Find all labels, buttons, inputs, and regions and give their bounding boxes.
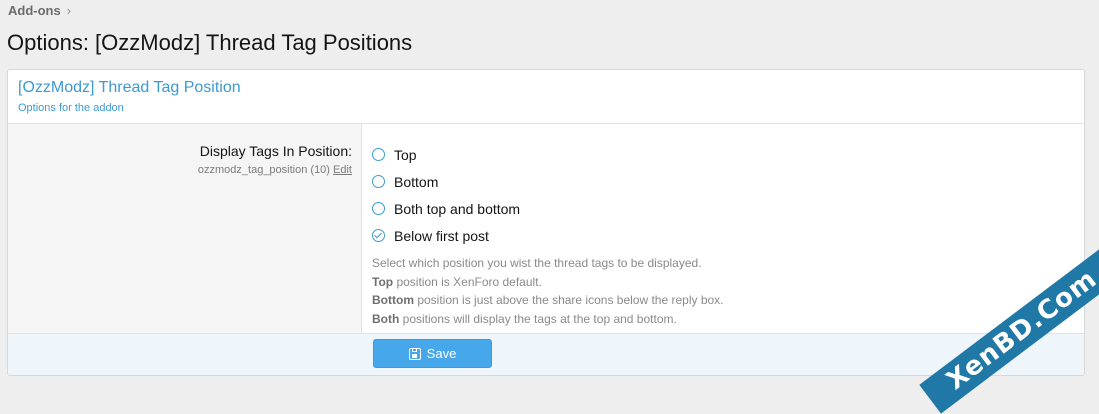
radio-label: Both top and bottom [394, 200, 521, 217]
explain-bold: Bottom [372, 293, 414, 307]
save-button[interactable]: Save [373, 339, 492, 368]
form-footer: Save [8, 333, 1084, 375]
option-explain: Select which position you wist the threa… [372, 254, 1084, 328]
radio-option-top[interactable]: Top [372, 141, 1084, 168]
explain-line: Top position is XenForo default. [372, 273, 1084, 292]
chevron-right-icon: › [66, 3, 72, 18]
page-title: Options: [OzzModz] Thread Tag Positions [7, 30, 413, 55]
option-hint: ozzmodz_tag_position (10) Edit [8, 164, 352, 176]
save-icon [408, 347, 421, 360]
block-title: [OzzModz] Thread Tag Position [18, 79, 241, 96]
radio-option-both[interactable]: Both top and bottom [372, 195, 1084, 222]
breadcrumb: Add-ons › [8, 3, 71, 18]
option-label-cell: Display Tags In Position: ozzmodz_tag_po… [8, 124, 362, 335]
explain-bold: Both [372, 311, 400, 326]
explain-line: Select which position you wist the threa… [372, 256, 702, 270]
save-button-label: Save [426, 346, 457, 361]
explain-bold: Top [372, 274, 394, 289]
edit-link[interactable]: Edit [333, 164, 352, 176]
radio-checked-icon[interactable] [372, 229, 385, 242]
radio-label: Below first post [394, 227, 489, 244]
options-block: [OzzModz] Thread Tag Position Options fo… [7, 69, 1085, 376]
radio-option-below-first-post[interactable]: Below first post [372, 222, 1084, 249]
option-row: Display Tags In Position: ozzmodz_tag_po… [8, 124, 1084, 335]
radio-label: Bottom [394, 173, 439, 190]
explain-text: position is just above the share icons b… [414, 293, 724, 307]
block-description: Options for the addon [18, 102, 124, 114]
radio-unchecked-icon[interactable] [372, 175, 385, 188]
breadcrumb-item-addons[interactable]: Add-ons [8, 3, 61, 18]
radio-unchecked-icon[interactable] [372, 148, 385, 161]
radio-label: Top [394, 146, 417, 163]
option-id: ozzmodz_tag_position (10) [197, 164, 330, 176]
option-value-cell: Top Bottom Both top and bottom Below fir… [362, 124, 1084, 335]
explain-line: Bottom position is just above the share … [372, 291, 1084, 310]
block-header: [OzzModz] Thread Tag Position Options fo… [8, 70, 1084, 124]
explain-text: position is XenForo default. [393, 274, 542, 289]
explain-text: positions will display the tags at the t… [399, 311, 677, 326]
explain-line: Both positions will display the tags at … [372, 310, 1084, 329]
radio-unchecked-icon[interactable] [372, 202, 385, 215]
option-label: Display Tags In Position: [199, 143, 352, 159]
radio-option-bottom[interactable]: Bottom [372, 168, 1084, 195]
